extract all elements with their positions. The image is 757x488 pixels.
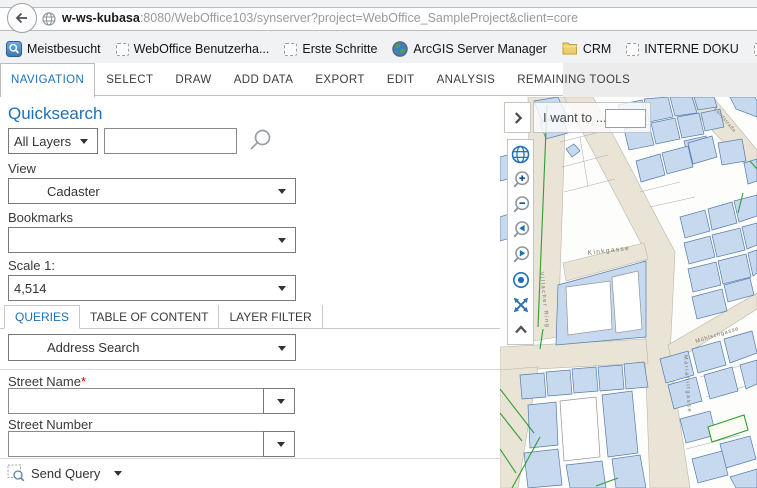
street-name-input[interactable] <box>8 388 264 414</box>
chevron-down-icon <box>80 139 88 144</box>
page-favicon-globe-icon <box>42 12 56 26</box>
chevron-down-icon <box>277 399 285 404</box>
chevron-right-icon <box>509 109 527 127</box>
tab-edit[interactable]: EDIT <box>376 63 426 96</box>
tab-navigation[interactable]: NAVIGATION <box>0 63 95 97</box>
chevron-down-icon <box>114 471 122 476</box>
bookmarks-bar: Meistbesucht WebOffice Benutzerha... Ers… <box>6 38 757 60</box>
most-visited-icon <box>6 41 22 57</box>
url-host: w-ws-kubasa <box>62 11 140 25</box>
zoom-in-icon <box>511 170 531 190</box>
subtab-table-of-content[interactable]: TABLE OF CONTENT <box>80 305 219 328</box>
map-area: Kinkgasse Mühlschgasse Landstraße Villac… <box>500 97 757 488</box>
collapse-panel-button[interactable] <box>504 102 531 133</box>
send-query-button[interactable]: Send Query <box>7 464 122 482</box>
globe-full-extent-icon <box>510 144 531 165</box>
tab-analysis[interactable]: ANALYSIS <box>426 63 507 96</box>
divider <box>0 458 500 459</box>
tab-remaining-tools[interactable]: REMAINING TOOLS <box>506 63 641 96</box>
bookmark-interne-doku[interactable]: INTERNE DOKU <box>626 42 738 56</box>
url-bar-text[interactable]: w-ws-kubasa:8080/WebOffice103/synserver?… <box>62 11 578 25</box>
pan-extent-button[interactable] <box>508 292 533 317</box>
street-number-input[interactable] <box>8 431 264 457</box>
bookmark-label: CRM <box>583 42 611 56</box>
next-extent-icon <box>511 245 531 265</box>
scale-label: Scale 1: <box>8 258 55 273</box>
required-marker: * <box>81 374 86 389</box>
quicksearch-input[interactable] <box>104 128 237 154</box>
dashed-placeholder-icon <box>626 43 639 56</box>
bookmarks-select[interactable] <box>8 227 296 253</box>
bookmark-label: Meistbesucht <box>27 42 101 56</box>
collapse-toolbar-button[interactable] <box>508 317 533 342</box>
next-extent-button[interactable] <box>508 242 533 267</box>
full-extent-button[interactable] <box>508 142 533 167</box>
panel-subtabs: QUERIES TABLE OF CONTENT LAYER FILTER <box>4 305 323 328</box>
street-number-label: Street Number <box>8 417 93 432</box>
quicksearch-title: Quicksearch <box>8 104 102 124</box>
map-canvas[interactable]: Kinkgasse Mühlschgasse Landstraße Villac… <box>500 97 757 488</box>
navigation-panel: Quicksearch All Layers View Cadaster Boo… <box>0 97 500 488</box>
chevron-down-icon <box>278 286 286 291</box>
view-select[interactable]: Cadaster <box>8 178 296 204</box>
locate-mode-icon <box>511 270 531 290</box>
locate-mode-button[interactable] <box>508 267 533 292</box>
subtab-queries[interactable]: QUERIES <box>4 305 80 329</box>
dashed-placeholder-icon <box>284 43 297 56</box>
street-name-label: Street Name* <box>8 374 86 389</box>
previous-extent-icon <box>511 220 531 240</box>
back-button[interactable] <box>7 3 37 33</box>
bookmark-weboffice-benutzerhandbuch[interactable]: WebOffice Benutzerha... <box>116 42 270 56</box>
subtab-layer-filter[interactable]: LAYER FILTER <box>219 305 322 328</box>
zoom-out-icon <box>511 195 531 215</box>
chevron-down-icon <box>278 189 286 194</box>
dashed-placeholder-icon <box>116 43 129 56</box>
bookmark-arcgis-server-manager[interactable]: ArcGIS Server Manager <box>392 41 546 57</box>
pan-extent-arrows-icon <box>511 295 531 315</box>
previous-extent-button[interactable] <box>508 217 533 242</box>
zoom-out-button[interactable] <box>508 192 533 217</box>
chevron-down-icon <box>278 238 286 243</box>
street-name-dropdown-button[interactable] <box>263 388 295 414</box>
browser-window: w-ws-kubasa:8080/WebOffice103/synserver?… <box>0 0 757 488</box>
bookmark-label: ArcGIS Server Manager <box>413 42 546 56</box>
browser-chrome: w-ws-kubasa:8080/WebOffice103/synserver?… <box>0 0 757 63</box>
bookmark-crm[interactable]: CRM <box>562 41 611 57</box>
chevron-down-icon <box>277 442 285 447</box>
zoom-in-button[interactable] <box>508 167 533 192</box>
scale-select[interactable]: 4,514 <box>8 275 296 301</box>
url-path: :8080/WebOffice103/synserver?project=Web… <box>140 11 578 25</box>
street-number-dropdown-button[interactable] <box>263 431 295 457</box>
send-query-icon <box>7 464 25 482</box>
chevron-down-icon <box>278 346 286 351</box>
map-toolbar <box>507 139 534 345</box>
folder-icon <box>562 41 578 57</box>
divider <box>0 369 500 370</box>
bookmark-label: WebOffice Benutzerha... <box>134 42 270 56</box>
i-want-to-input[interactable] <box>605 109 646 128</box>
view-label: View <box>8 161 36 176</box>
tab-select[interactable]: SELECT <box>95 63 164 96</box>
bookmark-erste-schritte[interactable]: Erste Schritte <box>284 42 377 56</box>
tab-export[interactable]: EXPORT <box>304 63 375 96</box>
tab-draw[interactable]: DRAW <box>164 63 222 96</box>
i-want-to-label: I want to ... <box>534 110 607 125</box>
quicksearch-layer-select[interactable]: All Layers <box>8 128 98 154</box>
tab-add-data[interactable]: ADD DATA <box>223 63 305 96</box>
bookmark-label: INTERNE DOKU <box>644 42 738 56</box>
bookmark-label: Erste Schritte <box>302 42 377 56</box>
chevron-up-icon <box>511 320 531 340</box>
ribbon-tabbar: NAVIGATION SELECT DRAW ADD DATA EXPORT E… <box>0 63 757 97</box>
globe-icon <box>392 41 408 57</box>
i-want-to-widget: I want to ... <box>533 102 651 133</box>
quicksearch-search-icon[interactable] <box>246 127 274 155</box>
bookmark-meistbesucht[interactable]: Meistbesucht <box>6 41 101 57</box>
bookmarks-label: Bookmarks <box>8 210 73 225</box>
query-type-select[interactable]: Address Search <box>8 334 296 361</box>
back-arrow-icon <box>13 9 31 27</box>
